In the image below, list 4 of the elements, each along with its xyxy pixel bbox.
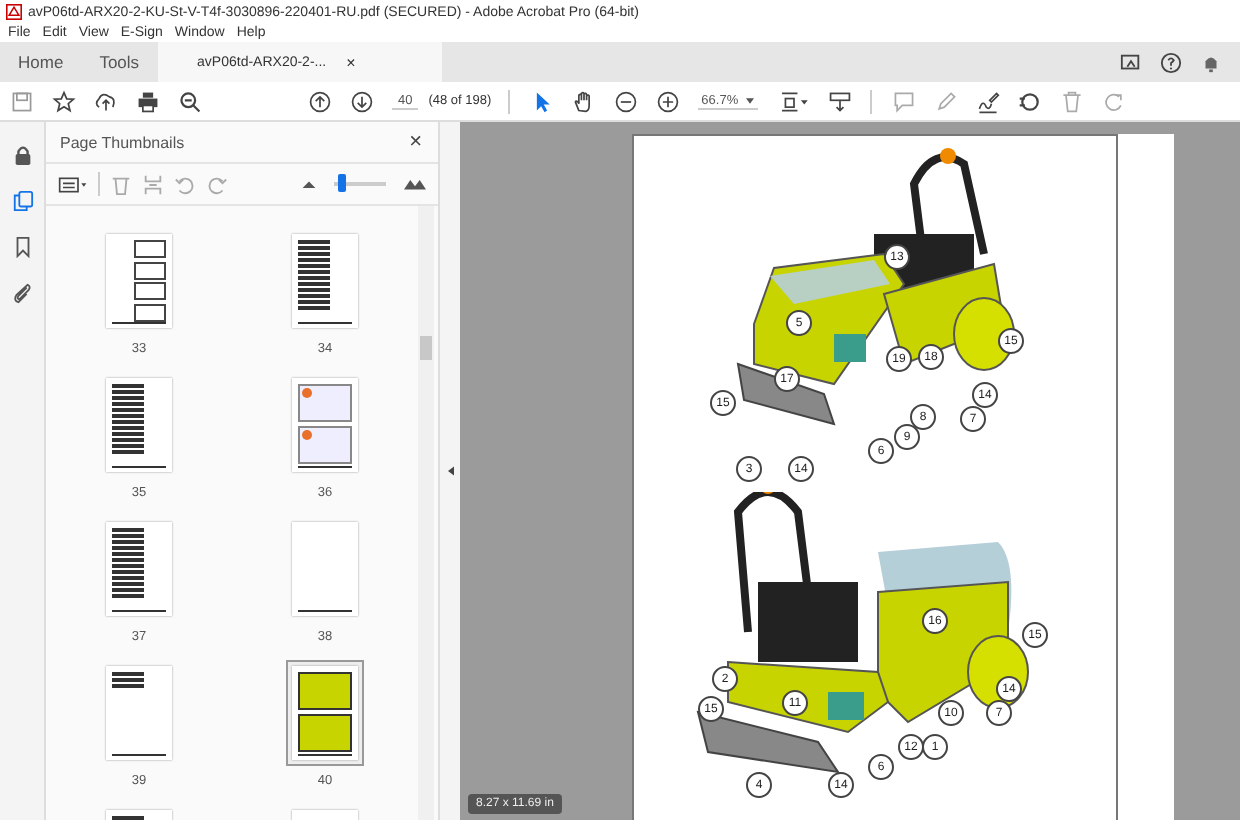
tab[interactable]: Home (0, 42, 82, 82)
close-button[interactable]: × (409, 130, 422, 154)
tab[interactable]: Tools (81, 42, 158, 82)
panel-title: Page Thumbnails (60, 133, 185, 151)
